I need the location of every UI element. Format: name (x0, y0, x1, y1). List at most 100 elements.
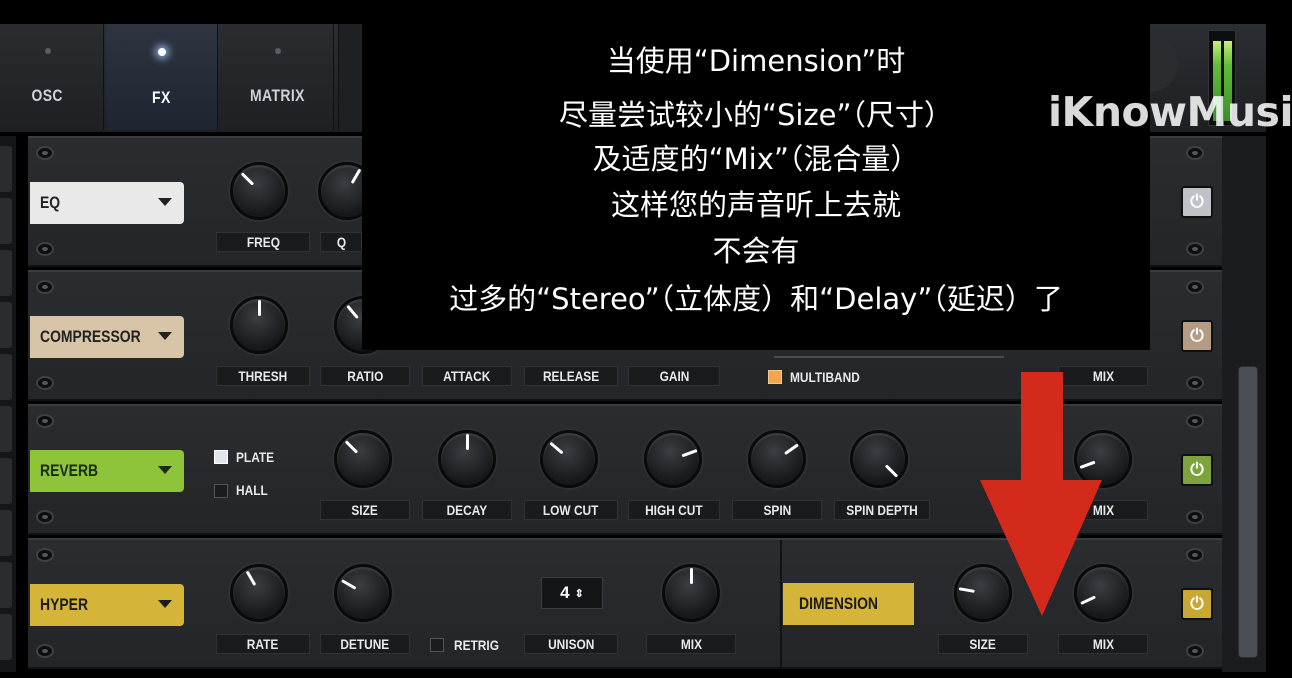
compressor-release-label: RELEASE (524, 366, 618, 386)
reverb-size-knob[interactable] (334, 430, 392, 488)
tab-label: FX (152, 88, 171, 107)
unison-value: 4 (560, 583, 570, 602)
tab-led (274, 48, 281, 54)
screw-icon (1186, 548, 1204, 562)
chevron-down-icon (158, 466, 172, 474)
hyper-rate-label: RATE (216, 634, 310, 654)
reverb-highcut-knob[interactable] (644, 430, 702, 488)
hyper-unison-label: UNISON (524, 634, 618, 654)
retrig-checkbox[interactable] (430, 638, 444, 652)
eq-freq-knob[interactable] (230, 162, 288, 220)
hyper-mix-label: MIX (646, 634, 736, 654)
eq-label: EQ (40, 193, 61, 212)
hyper-detune-label: DETUNE (320, 634, 410, 654)
reverb-decay-knob[interactable] (438, 430, 496, 488)
tab-led (157, 48, 166, 56)
screw-icon (1186, 376, 1204, 390)
tab-led (44, 48, 51, 54)
red-arrow-annotation (980, 372, 1102, 616)
screw-icon (36, 644, 54, 658)
screw-icon (36, 376, 54, 390)
reverb-spindepth-knob[interactable] (850, 430, 908, 488)
watermark: iKnowMusic (1048, 88, 1292, 136)
eq-q-label: Q (320, 232, 362, 252)
stepper-arrows-icon[interactable]: ⇕ (575, 587, 584, 600)
reverb-spin-knob[interactable] (748, 430, 806, 488)
reverb-lowcut-label: LOW CUT (524, 500, 618, 520)
tab-label: MATRIX (250, 86, 305, 105)
tab-label: OSC (31, 86, 64, 105)
reverb-selector[interactable]: REVERB (30, 450, 184, 492)
eq-selector[interactable]: EQ (30, 182, 184, 224)
subtitle-line-2: 尽量尝试较小的“Size”（尺寸） (558, 98, 954, 132)
screw-icon (1186, 414, 1204, 428)
tab-osc[interactable]: OSC (0, 24, 104, 130)
screw-icon (1186, 644, 1204, 658)
power-icon: ⏻ (1190, 192, 1204, 211)
scrollbar[interactable] (1238, 366, 1258, 658)
compressor-thresh-label: THRESH (216, 366, 310, 386)
reverb-decay-label: DECAY (422, 500, 512, 520)
subtitle-line-1: 当使用“Dimension”时 (606, 44, 906, 78)
compressor-thresh-knob[interactable] (230, 296, 288, 354)
compressor-power-button[interactable]: ⏻ (1181, 320, 1213, 352)
plate-checkbox[interactable] (214, 450, 228, 464)
hall-label: HALL (236, 482, 268, 498)
reverb-size-label: SIZE (320, 500, 410, 520)
chevron-down-icon (158, 198, 172, 206)
subtitle-line-5: 不会有 (712, 234, 800, 268)
reverb-lowcut-knob[interactable] (540, 430, 598, 488)
power-icon: ⏻ (1190, 594, 1204, 613)
compressor-label: COMPRESSOR (40, 327, 141, 346)
retrig-label: RETRIG (454, 637, 499, 653)
chevron-down-icon (158, 332, 172, 340)
left-strip (0, 136, 16, 672)
hall-checkbox[interactable] (214, 484, 228, 498)
dimension-label-tag: DIMENSION (783, 583, 914, 625)
screw-icon (1186, 242, 1204, 256)
dimension-mix-label: MIX (1058, 634, 1148, 654)
screw-icon (36, 242, 54, 256)
hyper-selector[interactable]: HYPER (30, 584, 184, 626)
chevron-down-icon (158, 600, 172, 608)
multiband-divider (774, 350, 1004, 358)
hyper-mix-knob[interactable] (662, 564, 720, 622)
eq-power-button[interactable]: ⏻ (1181, 186, 1213, 218)
unison-stepper[interactable]: 4 ⇕ (541, 577, 603, 609)
subtitle-line-3: 及适度的“Mix”（混合量） (592, 142, 920, 176)
screw-icon (36, 414, 54, 428)
plate-label: PLATE (236, 449, 275, 465)
row-divider (780, 540, 782, 667)
hyper-rate-knob[interactable] (230, 564, 288, 622)
tab-matrix[interactable]: MATRIX (222, 24, 334, 130)
subtitle-line-6: 过多的“Stereo”（立体度）和“Delay”（延迟）了 (449, 282, 1063, 316)
compressor-ratio-label: RATIO (320, 366, 410, 386)
dimension-size-label: SIZE (938, 634, 1028, 654)
screw-icon (36, 280, 54, 294)
power-icon: ⏻ (1190, 460, 1204, 479)
hyper-power-button[interactable]: ⏻ (1181, 588, 1213, 620)
compressor-gain-label: GAIN (628, 366, 720, 386)
compressor-attack-label: ATTACK (422, 366, 512, 386)
subtitle-overlay: 当使用“Dimension”时 尽量尝试较小的“Size”（尺寸） 及适度的“M… (362, 24, 1150, 350)
tab-partial (338, 24, 362, 130)
eq-freq-label: FREQ (216, 232, 310, 252)
compressor-selector[interactable]: COMPRESSOR (30, 316, 184, 358)
multiband-label: MULTIBAND (790, 369, 860, 385)
reverb-label: REVERB (40, 461, 99, 480)
screw-icon (36, 510, 54, 524)
screw-icon (1186, 146, 1204, 160)
reverb-highcut-label: HIGH CUT (628, 500, 720, 520)
screw-icon (1186, 280, 1204, 294)
power-icon: ⏻ (1190, 326, 1204, 345)
reverb-spin-label: SPIN (732, 500, 822, 520)
hyper-detune-knob[interactable] (334, 564, 392, 622)
multiband-checkbox[interactable] (768, 370, 782, 384)
tab-fx[interactable]: FX (106, 24, 218, 130)
subtitle-line-4: 这样您的声音听上去就 (610, 188, 901, 222)
screw-icon (1186, 510, 1204, 524)
screw-icon (36, 548, 54, 562)
reverb-spindepth-label: SPIN DEPTH (834, 500, 930, 520)
screw-icon (36, 146, 54, 160)
reverb-power-button[interactable]: ⏻ (1181, 454, 1213, 486)
